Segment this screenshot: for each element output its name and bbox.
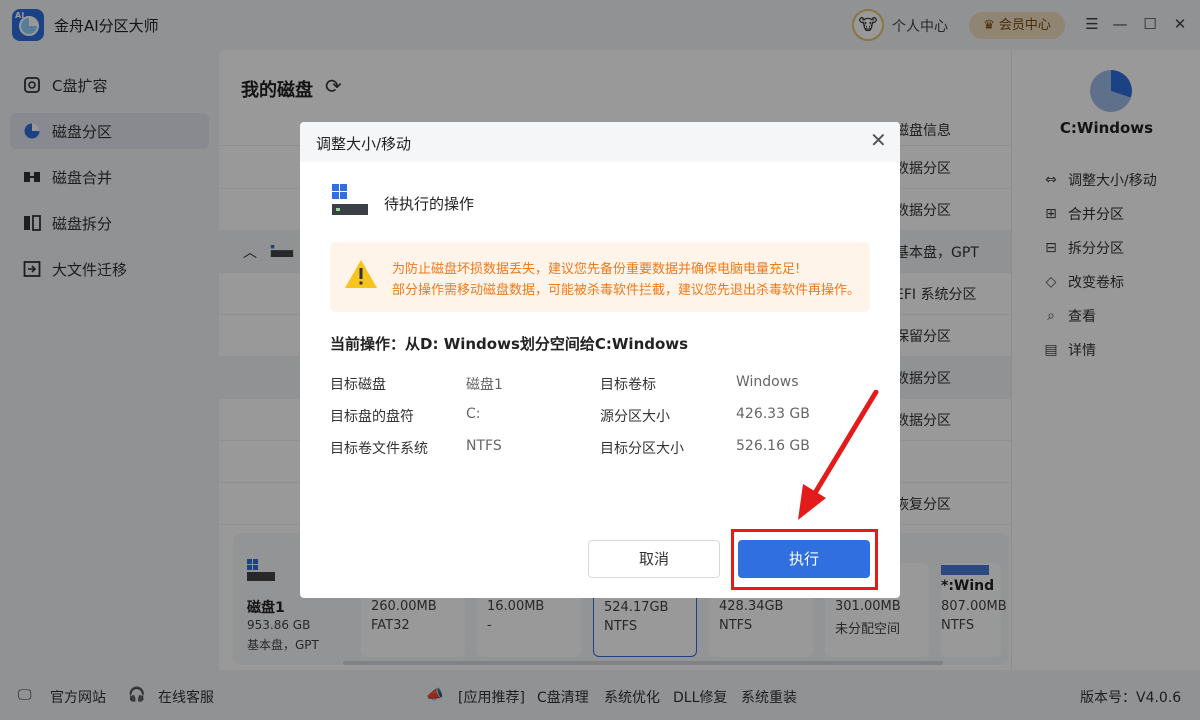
detail-key: 目标磁盘 [330,377,386,393]
warning-icon [345,260,377,288]
dialog-title: 调整大小/移动 [316,135,412,153]
pending-operations-label: 待执行的操作 [384,195,475,213]
pointer-arrow-icon [798,390,879,520]
current-operation-label: 当前操作： [330,335,406,353]
detail-value: C: [466,406,481,422]
warning-box: 为防止磁盘坏损数据丢失，建议您先备份重要数据并确保电脑电量充足! 部分操作需移动… [330,242,870,312]
windows-disk-icon [332,184,368,215]
warning-line-1: 为防止磁盘坏损数据丢失，建议您先备份重要数据并确保电脑电量充足! [392,262,801,277]
current-operation-value: 从D: Windows划分空间给C:Windows [405,335,689,353]
detail-key: 目标卷标 [600,377,656,393]
resize-move-dialog: 调整大小/移动 ✕ 待执行的操作 为防止磁盘坏损数据丢失，建议您先备份重要数据并… [300,122,900,598]
current-operation: 当前操作：从D: Windows划分空间给C:Windows [330,333,688,354]
dialog-header: 调整大小/移动 ✕ [300,122,900,162]
detail-value: Windows [736,374,799,390]
detail-key: 目标盘的盘符 [330,409,414,425]
detail-key: 目标卷文件系统 [330,441,428,457]
execute-highlight-box [731,529,878,590]
close-icon[interactable]: ✕ [870,130,887,150]
detail-key: 目标分区大小 [600,441,684,457]
detail-key: 源分区大小 [600,409,670,425]
detail-value: 磁盘1 [466,377,503,393]
cancel-button[interactable]: 取消 [588,540,720,578]
detail-value: NTFS [466,438,502,454]
warning-line-2: 部分操作需移动磁盘数据，可能被杀毒软件拦截，建议您先退出杀毒软件再操作。 [392,283,861,298]
